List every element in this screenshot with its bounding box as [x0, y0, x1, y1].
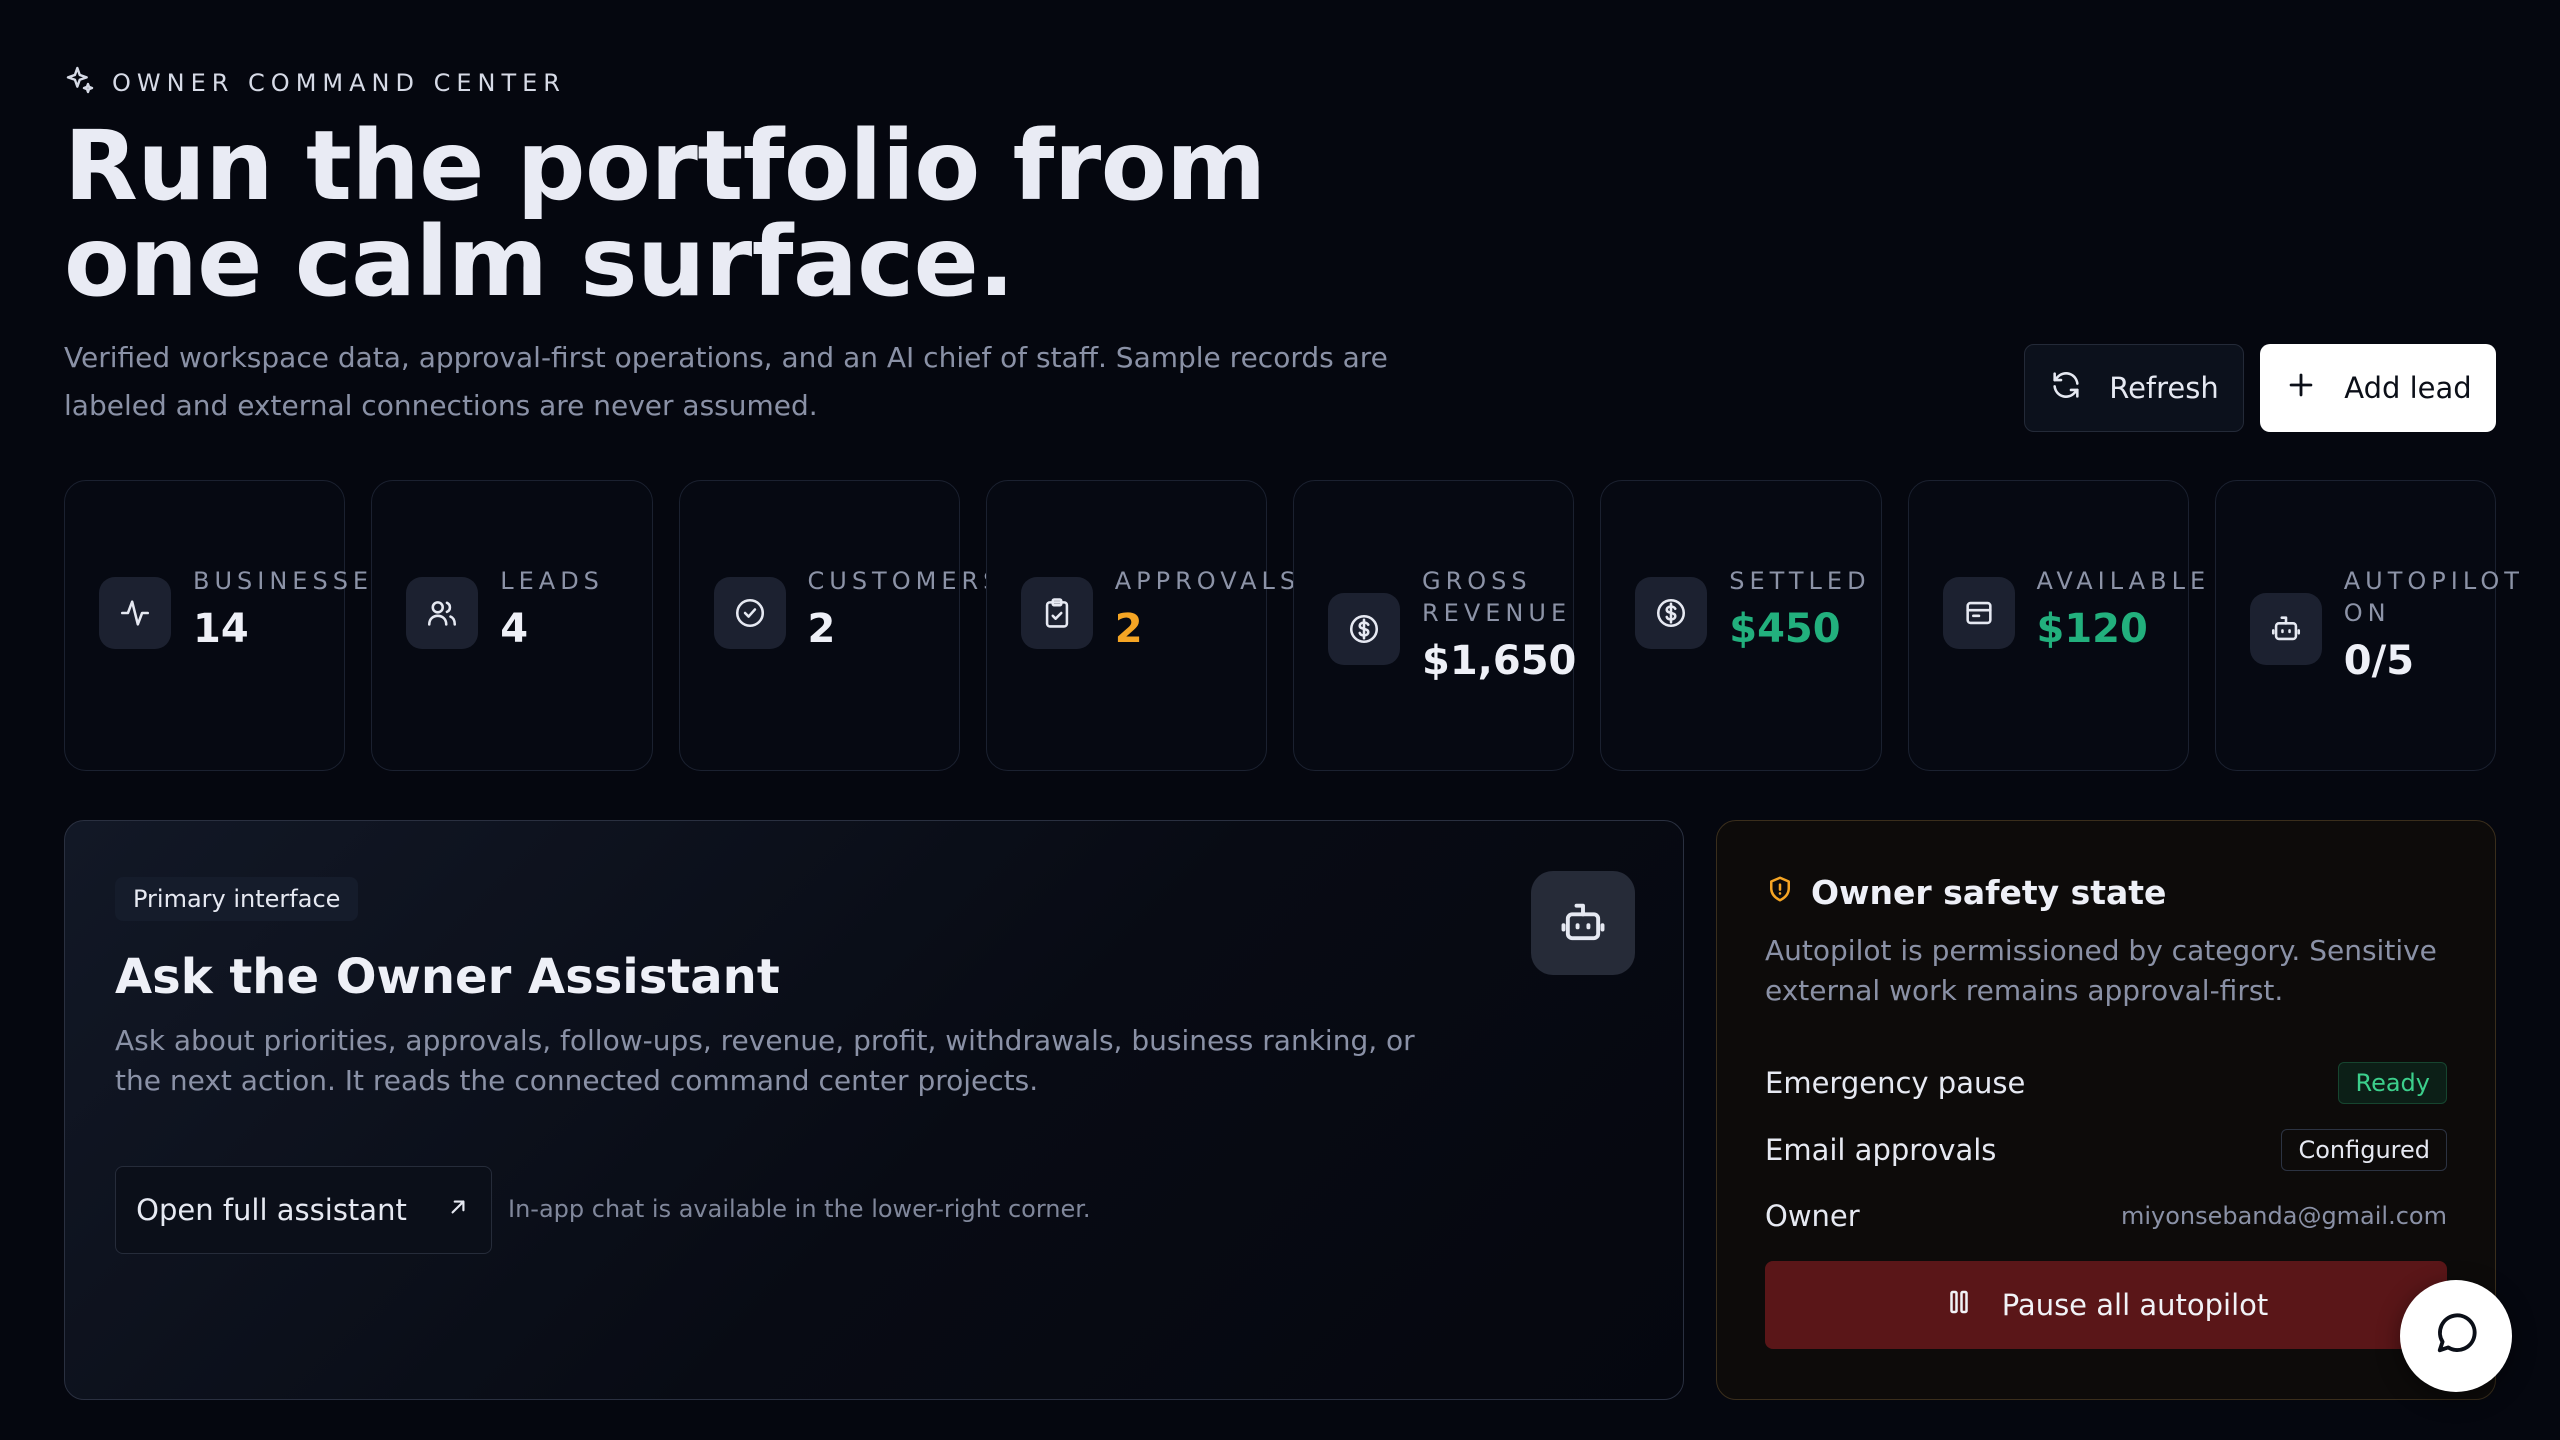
- arrow-up-right-icon: [445, 1193, 471, 1227]
- stat-label: BUSINESSES: [193, 567, 394, 595]
- wallet-icon: [1942, 577, 2015, 649]
- users-icon: [406, 577, 479, 649]
- chat-hint: In-app chat is available in the lower-ri…: [508, 1195, 1091, 1223]
- refresh-label: Refresh: [2109, 371, 2219, 405]
- stat-card-available: AVAILABLE $120: [1907, 480, 2205, 771]
- page-subtitle: Verified workspace data, approval-first …: [64, 341, 1388, 422]
- owner-email: miyonsebanda@gmail.com: [2120, 1202, 2447, 1230]
- stat-value: $120: [2036, 606, 2148, 652]
- assistant-title: Ask the Owner Assistant: [115, 949, 780, 1005]
- stat-label: AVAILABLE: [2036, 567, 2211, 595]
- emergency-pause-label: Emergency pause: [1765, 1066, 2026, 1100]
- stat-label: GROSS REVENUE: [1422, 567, 1572, 627]
- message-circle-icon: [2430, 1308, 2482, 1364]
- stat-card-autopilot: AUTOPILOT ON 0/5: [2214, 480, 2519, 771]
- chat-launcher-button[interactable]: [2400, 1280, 2512, 1392]
- eyebrow-label: OWNER COMMAND CENTER: [112, 69, 566, 97]
- add-lead-label: Add lead: [2344, 371, 2472, 405]
- stat-value: 0/5: [2343, 638, 2415, 684]
- sparkles-icon: [64, 64, 96, 102]
- safety-description: Autopilot is permissioned by category. S…: [1765, 934, 2437, 1007]
- pause-all-autopilot-button[interactable]: Pause all autopilot: [1765, 1261, 2447, 1349]
- refresh-icon: [2049, 368, 2083, 409]
- safety-title: Owner safety state: [1811, 873, 2167, 912]
- check-circle-icon: [713, 577, 786, 649]
- stat-value: $1,650: [1422, 638, 1577, 684]
- bot-icon: [1531, 871, 1635, 975]
- pause-label: Pause all autopilot: [2001, 1288, 2269, 1322]
- owner-label: Owner: [1765, 1199, 1860, 1233]
- stat-value: $450: [1729, 606, 1841, 652]
- stat-value: 14: [193, 606, 249, 652]
- primary-interface-badge: Primary interface: [115, 877, 359, 921]
- shield-alert-icon: [1765, 873, 1795, 912]
- stat-label: AUTOPILOT ON: [2343, 567, 2524, 627]
- pause-icon: [1944, 1287, 1974, 1324]
- stat-value: 2: [807, 606, 836, 652]
- stat-label: APPROVALS: [1114, 567, 1301, 595]
- email-approvals-label: Email approvals: [1765, 1133, 1997, 1167]
- clipboard-check-icon: [1020, 577, 1093, 649]
- activity-icon: [99, 577, 171, 649]
- safety-header: Owner safety state: [1765, 873, 2166, 912]
- page-eyebrow: OWNER COMMAND CENTER: [64, 64, 566, 102]
- bot-icon: [2249, 593, 2322, 665]
- assistant-card: Primary interface Ask the Owner Assistan…: [64, 820, 1684, 1400]
- owner-row: Owner miyonsebanda@gmail.com: [1765, 1194, 2447, 1238]
- assistant-description: Ask about priorities, approvals, follow-…: [115, 1024, 1415, 1097]
- plus-icon: [2284, 368, 2318, 409]
- stats-row: BUSINESSES 14 LEADS 4 CUSTOMERS 2 APPROV…: [64, 480, 2519, 771]
- stat-card-businesses: BUSINESSES 14: [64, 480, 388, 771]
- open-full-assistant-button[interactable]: Open full assistant: [115, 1166, 492, 1254]
- stat-value: 4: [500, 606, 529, 652]
- safety-card: Owner safety state Autopilot is permissi…: [1716, 820, 2496, 1400]
- stat-label: LEADS: [500, 567, 604, 595]
- emergency-pause-row: Emergency pause Ready: [1765, 1061, 2447, 1105]
- refresh-button[interactable]: Refresh: [2024, 344, 2244, 432]
- stat-card-settled: SETTLED $450: [1600, 480, 1882, 771]
- dollar-circle-icon: [1635, 577, 1708, 649]
- status-badge: Ready: [2338, 1062, 2447, 1104]
- stat-card-approvals: APPROVALS 2: [985, 480, 1295, 771]
- add-lead-button[interactable]: Add lead: [2260, 344, 2496, 432]
- dollar-circle-icon: [1328, 593, 1400, 665]
- stat-label: SETTLED: [1729, 567, 1871, 595]
- email-approvals-row: Email approvals Configured: [1765, 1128, 2447, 1172]
- stat-value: 2: [1114, 606, 1143, 652]
- status-badge: Configured: [2281, 1129, 2447, 1171]
- open-assistant-label: Open full assistant: [136, 1193, 407, 1227]
- page-title: Run the portfolio from one calm surface.: [64, 118, 1564, 310]
- stat-card-customers: CUSTOMERS 2: [678, 480, 998, 771]
- stat-label: CUSTOMERS: [807, 567, 1004, 595]
- stat-card-leads: LEADS 4: [371, 480, 653, 771]
- title-line-2: one calm surface.: [64, 206, 1015, 318]
- stat-card-gross-revenue: GROSS REVENUE $1,650: [1293, 480, 1577, 771]
